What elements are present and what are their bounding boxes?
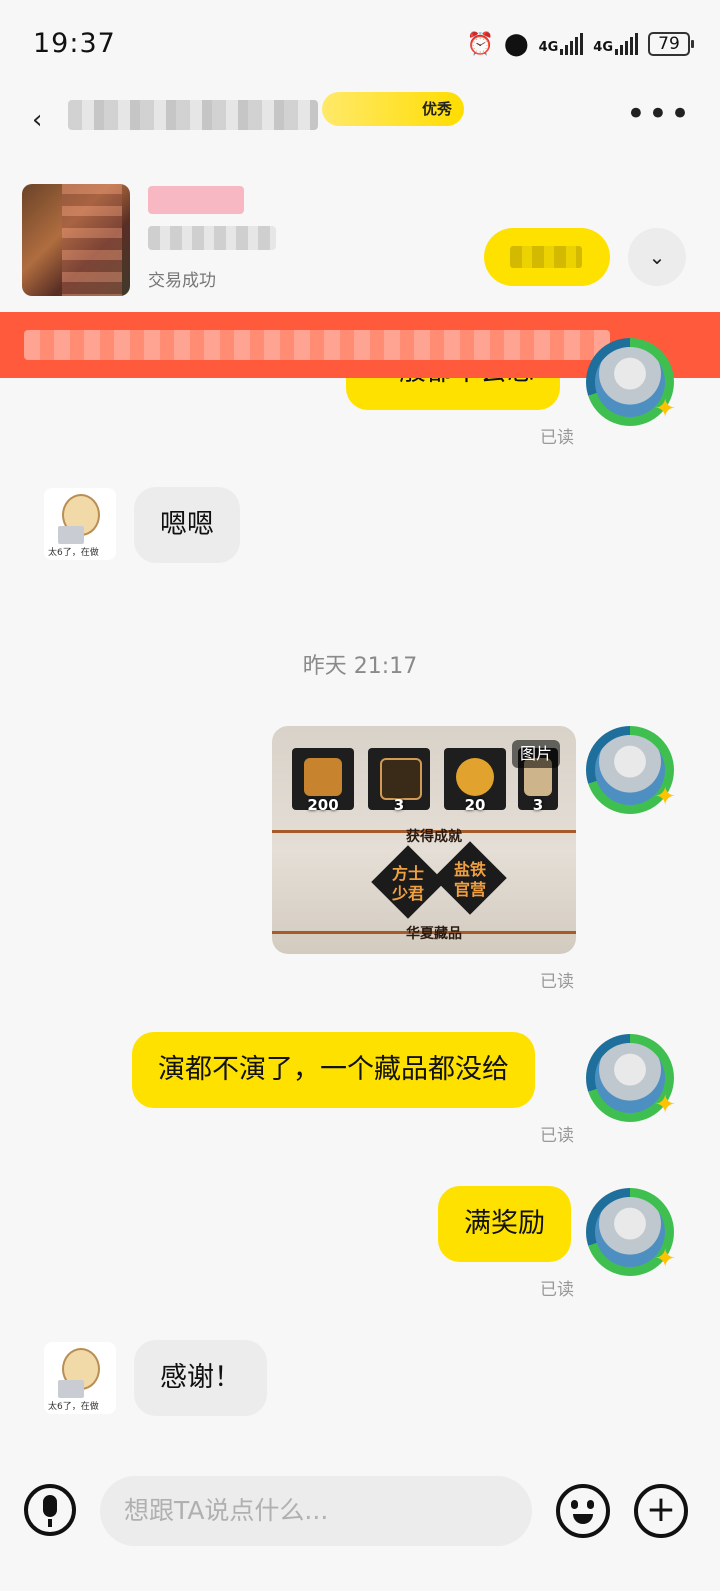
image-tag: 图片 <box>511 740 560 768</box>
signal-bars-icon <box>615 33 638 55</box>
read-status: 已读 <box>540 1280 574 1300</box>
message-bubble[interactable]: 演都不演了，一个藏品都没给 <box>132 1032 535 1108</box>
other-avatar[interactable]: 太6了，在做 <box>44 488 116 560</box>
message-bubble[interactable]: 满奖励 <box>438 1186 571 1262</box>
read-status: 已读 <box>540 428 574 448</box>
chat-header: ‹ 优秀 ••• <box>0 90 720 150</box>
location-icon: ⬤ <box>503 31 529 57</box>
message-composer: 想跟TA说点什么... + <box>0 1476 720 1591</box>
emoji-icon[interactable] <box>556 1484 610 1538</box>
self-avatar[interactable] <box>586 1034 676 1122</box>
signal-2: 4G <box>593 33 638 55</box>
message-left: 嗯嗯 <box>134 487 240 563</box>
status-bar: 19:37 ⏰ ⬤ 4G 4G 79 <box>0 0 720 90</box>
status-time: 19:37 <box>33 28 116 59</box>
message-bubble[interactable]: 感谢！ <box>134 1340 267 1416</box>
battery-icon: 79 <box>648 32 694 56</box>
chevron-down-icon[interactable]: ⌄ <box>628 228 686 286</box>
message-right: 演都不演了，一个藏品都没给 <box>132 1032 535 1108</box>
message-left: 感谢！ <box>134 1340 267 1416</box>
time-divider: 昨天 21:17 <box>302 654 418 679</box>
signal-1: 4G <box>539 33 584 55</box>
rating-badge: 优秀 <box>322 92 465 126</box>
chat-title-blurred <box>68 100 318 130</box>
self-avatar[interactable] <box>586 338 676 426</box>
image-message[interactable]: 200 3 20 3 获得成就 方士 少君 盐铁 官营 华夏藏品 图片 <box>272 726 576 954</box>
status-icons: ⏰ ⬤ 4G 4G 79 <box>466 30 694 58</box>
signal-bars-icon <box>560 33 584 55</box>
self-avatar[interactable] <box>586 726 676 814</box>
price-blurred <box>148 186 244 214</box>
order-action-button[interactable] <box>484 228 610 286</box>
order-card[interactable]: 交易成功 ⌄ <box>0 170 720 300</box>
product-title-blurred <box>148 226 276 250</box>
order-status: 交易成功 <box>148 271 216 291</box>
read-status: 已读 <box>540 972 574 992</box>
back-icon[interactable]: ‹ <box>32 106 58 134</box>
message-right: 满奖励 <box>438 1186 571 1262</box>
alarm-icon: ⏰ <box>466 31 494 57</box>
message-bubble[interactable]: 嗯嗯 <box>134 487 240 563</box>
plus-icon[interactable]: + <box>634 1484 688 1538</box>
microphone-icon[interactable] <box>24 1484 76 1536</box>
message-input[interactable]: 想跟TA说点什么... <box>100 1476 532 1546</box>
more-icon[interactable]: ••• <box>626 97 692 131</box>
product-thumbnail[interactable] <box>22 184 130 296</box>
other-avatar[interactable]: 太6了，在做 <box>44 1342 116 1414</box>
read-status: 已读 <box>540 1126 574 1146</box>
self-avatar[interactable] <box>586 1188 676 1276</box>
